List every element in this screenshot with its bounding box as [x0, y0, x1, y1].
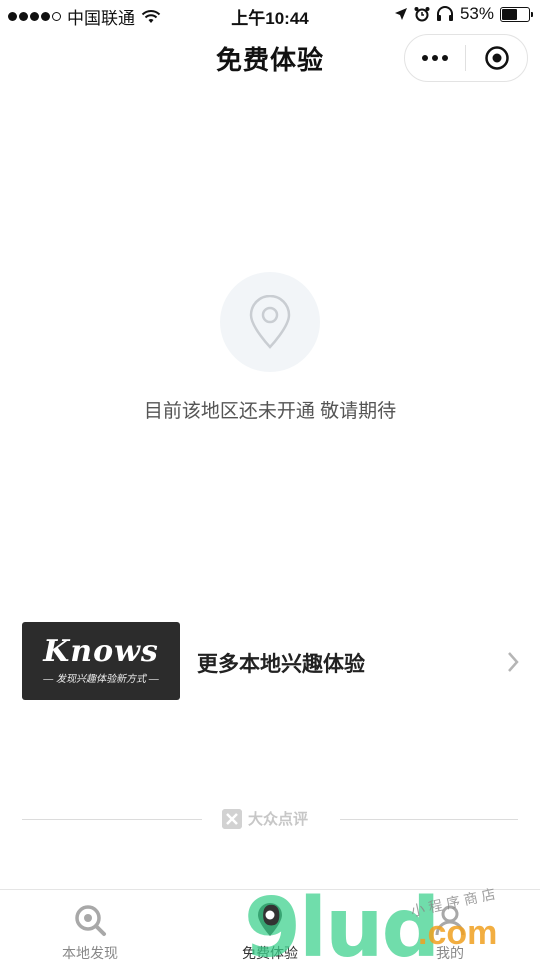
headphones-icon — [436, 6, 453, 21]
status-bar: 中国联通 上午10:44 53% — [0, 0, 540, 30]
battery-percent: 53% — [459, 4, 494, 23]
status-right: 53% — [394, 4, 533, 24]
close-mini-program-button[interactable] — [466, 35, 527, 81]
search-icon — [75, 905, 106, 936]
banner-label: 更多本地兴趣体验 — [197, 653, 365, 676]
watermark-suffix: .com — [418, 914, 498, 952]
chevron-right-icon — [508, 652, 519, 672]
knows-brand: Knows — [43, 634, 159, 669]
target-close-icon — [484, 46, 509, 70]
tab-label: 本地发现 — [62, 945, 118, 961]
tab-local-discover[interactable]: 本地发现 — [0, 890, 180, 961]
more-local-experiences-link[interactable]: Knows — 发现兴趣体验新方式 — 更多本地兴趣体验 — [22, 622, 522, 702]
empty-state-icon-circle — [220, 272, 320, 372]
watermark-main: 9lud — [244, 881, 440, 976]
knows-logo: Knows — 发现兴趣体验新方式 — — [22, 622, 180, 700]
footer-brand: 大众点评 — [222, 808, 308, 829]
alarm-icon — [414, 7, 430, 22]
mini-program-capsule — [404, 34, 528, 82]
knows-tagline: — 发现兴趣体验新方式 — — [43, 674, 159, 685]
more-options-button[interactable] — [405, 35, 465, 81]
location-arrow-icon — [394, 8, 407, 20]
footer-divider-right — [340, 819, 518, 820]
footer-divider-left — [22, 819, 202, 820]
empty-state-message: 目前该地区还未开通 敬请期待 — [143, 401, 397, 422]
footer-brand-text: 大众点评 — [248, 811, 309, 828]
location-pin-icon — [249, 295, 291, 349]
dianping-logo-icon — [222, 808, 242, 829]
battery-icon — [500, 6, 533, 22]
